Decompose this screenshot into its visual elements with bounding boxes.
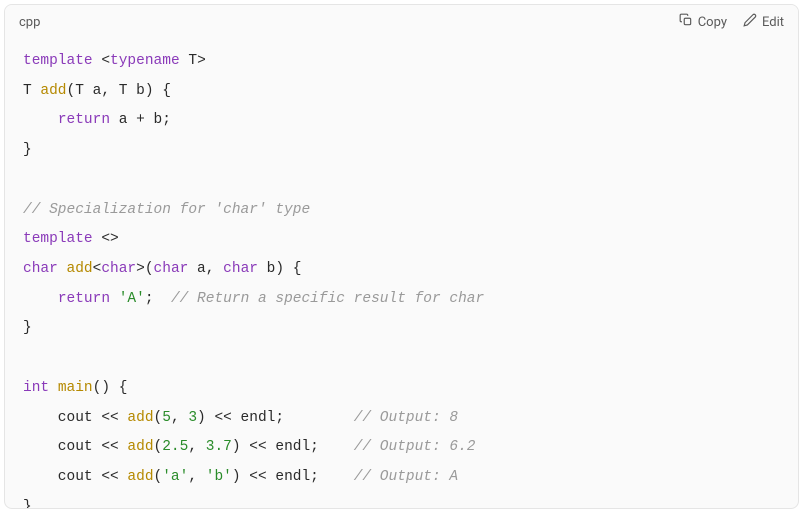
- code-line: cout << add(2.5, 3.7) << endl; // Output…: [23, 433, 780, 463]
- code-line: return 'A'; // Return a specific result …: [23, 285, 780, 315]
- code-header: cpp Copy Edit: [5, 5, 798, 39]
- code-line: T add(T a, T b) {: [23, 77, 780, 107]
- copy-icon: [679, 13, 693, 31]
- edit-icon: [743, 13, 757, 31]
- code-line: [23, 344, 780, 374]
- edit-button[interactable]: Edit: [743, 13, 784, 31]
- code-content: template <typename T> T add(T a, T b) { …: [5, 39, 798, 509]
- language-label: cpp: [19, 15, 40, 30]
- code-line: char add<char>(char a, char b) {: [23, 255, 780, 285]
- code-line: }: [23, 136, 780, 166]
- copy-button[interactable]: Copy: [679, 13, 727, 31]
- code-line: // Specialization for 'char' type: [23, 196, 780, 226]
- code-line: [23, 166, 780, 196]
- code-line: return a + b;: [23, 106, 780, 136]
- code-line: cout << add(5, 3) << endl; // Output: 8: [23, 404, 780, 434]
- code-line: }: [23, 493, 780, 509]
- code-block: cpp Copy Edit tem: [4, 4, 799, 509]
- code-line: template <>: [23, 225, 780, 255]
- code-line: }: [23, 314, 780, 344]
- edit-label: Edit: [762, 15, 784, 30]
- code-line: int main() {: [23, 374, 780, 404]
- code-line: template <typename T>: [23, 47, 780, 77]
- header-actions: Copy Edit: [679, 13, 784, 31]
- copy-label: Copy: [698, 15, 727, 30]
- code-line: cout << add('a', 'b') << endl; // Output…: [23, 463, 780, 493]
